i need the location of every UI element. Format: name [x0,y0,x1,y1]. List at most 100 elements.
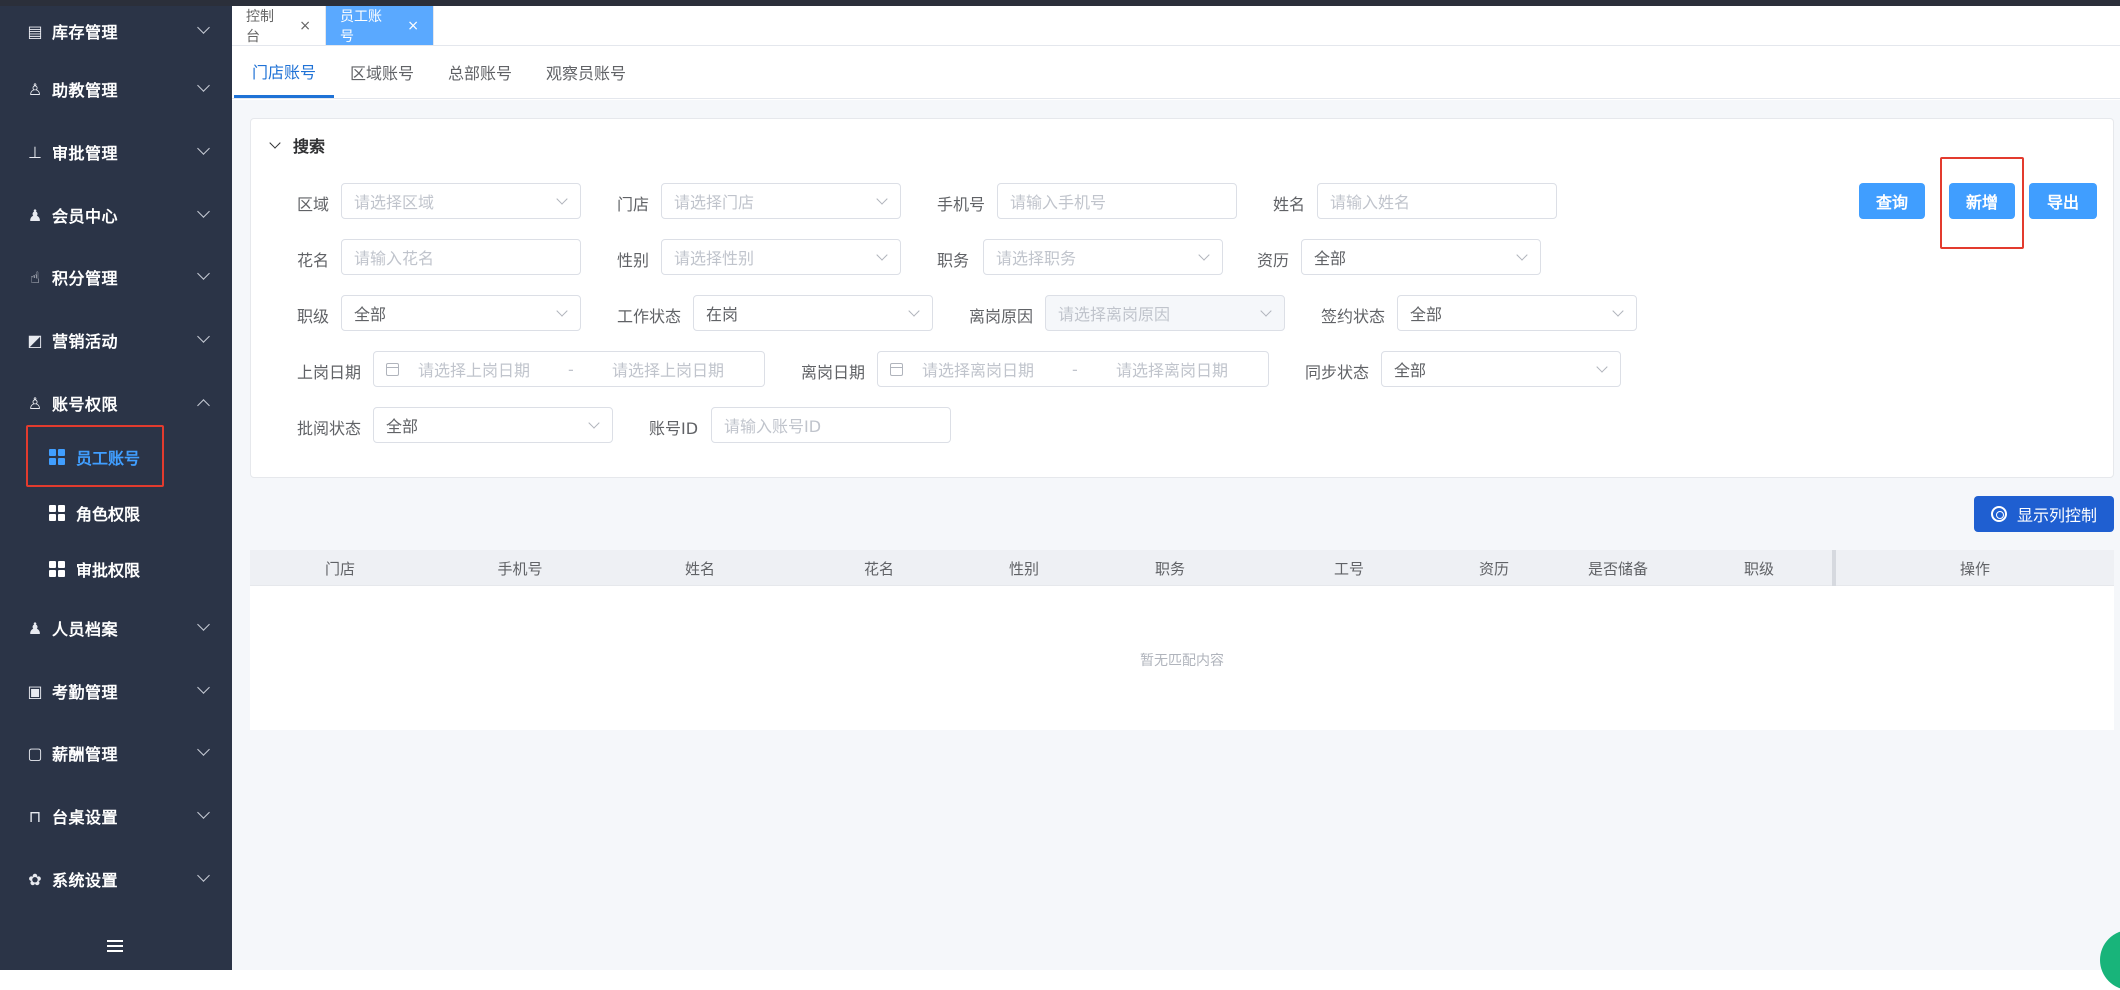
leave-date-range[interactable]: 请选择离岗日期 - 请选择离岗日期 [877,351,1269,387]
tab-dashboard[interactable]: 控制台 × [232,6,326,45]
sidebar-item-points[interactable]: ☝ 积分管理 [0,246,232,308]
grid-icon [49,505,65,521]
contract-status-select[interactable]: 全部 [1397,295,1637,331]
chevron-up-icon [197,399,210,412]
placeholder: 请选择性别 [674,249,755,268]
sidebar-item-assistant[interactable]: ♙ 助教管理 [0,58,232,120]
sync-status-select[interactable]: 全部 [1381,351,1621,387]
onboard-date-range[interactable]: 请选择上岗日期 - 请选择上岗日期 [373,351,765,387]
sidebar-item-label: 薪酬管理 [52,745,119,764]
gender-select[interactable]: 请选择性别 [661,239,901,275]
region-select[interactable]: 请选择区域 [341,183,581,219]
column-control-button[interactable]: 显示列控制 [1974,496,2114,532]
subtab-store-account[interactable]: 门店账号 [234,46,335,98]
search-panel: 搜索 区域 请选择区域 门店 请选择门店 手机号 请输入手机号 姓名 请输入姓名… [250,118,2114,478]
sidebar-item-label: 助教管理 [52,81,119,100]
table-header: 门店 手机号 姓名 花名 性别 职务 工号 资历 是否储备 职级 操作 [250,550,2114,586]
sidebar-subitem-label: 审批权限 [76,561,141,580]
nickname-label: 花名 [297,251,330,270]
subtab-region-account[interactable]: 区域账号 [350,46,414,98]
main-content: 搜索 区域 请选择区域 门店 请选择门店 手机号 请输入手机号 姓名 请输入姓名… [232,100,2120,970]
close-icon[interactable]: × [299,18,311,34]
column-control-label: 显示列控制 [2016,506,2097,525]
export-button[interactable]: 导出 [2029,183,2097,219]
empty-state-text: 暂无匹配内容 [1140,653,1224,669]
chevron-down-icon [1612,305,1624,317]
salary-icon: ▢ [27,743,43,763]
sync-status-label: 同步状态 [1305,363,1370,382]
sidebar-item-label: 营销活动 [52,332,119,351]
close-icon[interactable]: × [407,18,419,34]
chevron-down-icon [197,806,210,819]
gear-icon: ✿ [28,869,42,889]
sidebar-item-label: 会员中心 [52,207,119,226]
nickname-input[interactable]: 请输入花名 [341,239,581,275]
tab-label: 员工账号 [340,8,382,45]
sidebar-item-label: 库存管理 [52,23,119,42]
sidebar-item-label: 考勤管理 [52,683,119,702]
store-select[interactable]: 请选择门店 [661,183,901,219]
staff-table: 门店 手机号 姓名 花名 性别 职务 工号 资历 是否储备 职级 操作 暂无匹配… [250,550,2114,730]
column-header: 性别 [1008,559,1039,578]
selected-value: 全部 [1410,305,1443,324]
tab-label: 控制台 [246,8,274,45]
onboard-date-label: 上岗日期 [297,363,362,382]
sidebar-subitem-approval-permission[interactable]: 审批权限 [0,541,232,597]
chevron-down-icon [197,142,210,155]
gender-label: 性别 [617,251,650,270]
subtab-observer-account[interactable]: 观察员账号 [546,46,626,98]
sidebar-subitem-role-permission[interactable]: 角色权限 [0,485,232,541]
phone-input[interactable]: 请输入手机号 [997,183,1237,219]
start-placeholder: 请选择离岗日期 [922,361,1035,380]
tab-bar: 控制台 × 员工账号 × [232,6,2120,46]
search-toggle[interactable]: 搜索 [269,133,325,157]
collapse-menu-icon[interactable] [107,940,123,954]
chevron-down-icon [197,330,210,343]
highlight-box [26,425,164,487]
placeholder: 请输入账号ID [724,417,822,436]
phone-label: 手机号 [937,195,986,214]
rank-select[interactable]: 全部 [341,295,581,331]
range-separator: - [1072,359,1078,379]
profile-icon: ♟ [27,618,43,638]
sidebar-item-table-setting[interactable]: ⊓ 台桌设置 [0,785,232,847]
column-header: 工号 [1333,559,1364,578]
sidebar-item-member[interactable]: ♟ 会员中心 [0,184,232,246]
selected-value: 全部 [386,417,419,436]
leave-reason-label: 离岗原因 [969,307,1034,326]
leave-date-label: 离岗日期 [801,363,866,382]
sidebar-item-system-setting[interactable]: ✿ 系统设置 [0,848,232,910]
end-placeholder: 请选择上岗日期 [612,361,725,380]
review-status-select[interactable]: 全部 [373,407,613,443]
work-status-select[interactable]: 在岗 [693,295,933,331]
column-header: 资历 [1478,559,1509,578]
sidebar-item-profile[interactable]: ♟ 人员档案 [0,597,232,659]
seniority-select[interactable]: 全部 [1301,239,1541,275]
query-button[interactable]: 查询 [1859,183,1925,219]
tab-staff-account[interactable]: 员工账号 × [326,6,434,45]
settings-icon [1990,506,2007,522]
chart-icon: ◩ [27,330,43,350]
sidebar-item-marketing[interactable]: ◩ 营销活动 [0,309,232,371]
chevron-down-icon [197,205,210,218]
sidebar-item-inventory[interactable]: ▤ 库存管理 [0,0,232,62]
sidebar-item-label: 积分管理 [52,269,119,288]
subtab-hq-account[interactable]: 总部账号 [448,46,512,98]
highlight-box [1940,157,2024,249]
chevron-down-icon [197,21,210,34]
account-type-tabs: 门店账号 区域账号 总部账号 观察员账号 [232,46,2120,99]
placeholder: 请输入姓名 [1330,193,1411,212]
sidebar: ▤ 库存管理 ♙ 助教管理 ⊥ 审批管理 ♟ 会员中心 ☝ 积分管理 ◩ 营销活… [0,6,232,970]
person-icon: ♙ [27,79,43,99]
chevron-down-icon [876,193,888,205]
name-input[interactable]: 请输入姓名 [1317,183,1557,219]
start-placeholder: 请选择上岗日期 [418,361,531,380]
sidebar-item-salary[interactable]: ▢ 薪酬管理 [0,722,232,784]
calendar-icon [386,363,399,376]
grid-icon [49,561,65,577]
sidebar-item-approval[interactable]: ⊥ 审批管理 [0,121,232,183]
position-select[interactable]: 请选择职务 [983,239,1223,275]
account-id-input[interactable]: 请输入账号ID [711,407,951,443]
sidebar-item-attendance[interactable]: ▣ 考勤管理 [0,660,232,722]
range-separator: - [568,359,574,379]
